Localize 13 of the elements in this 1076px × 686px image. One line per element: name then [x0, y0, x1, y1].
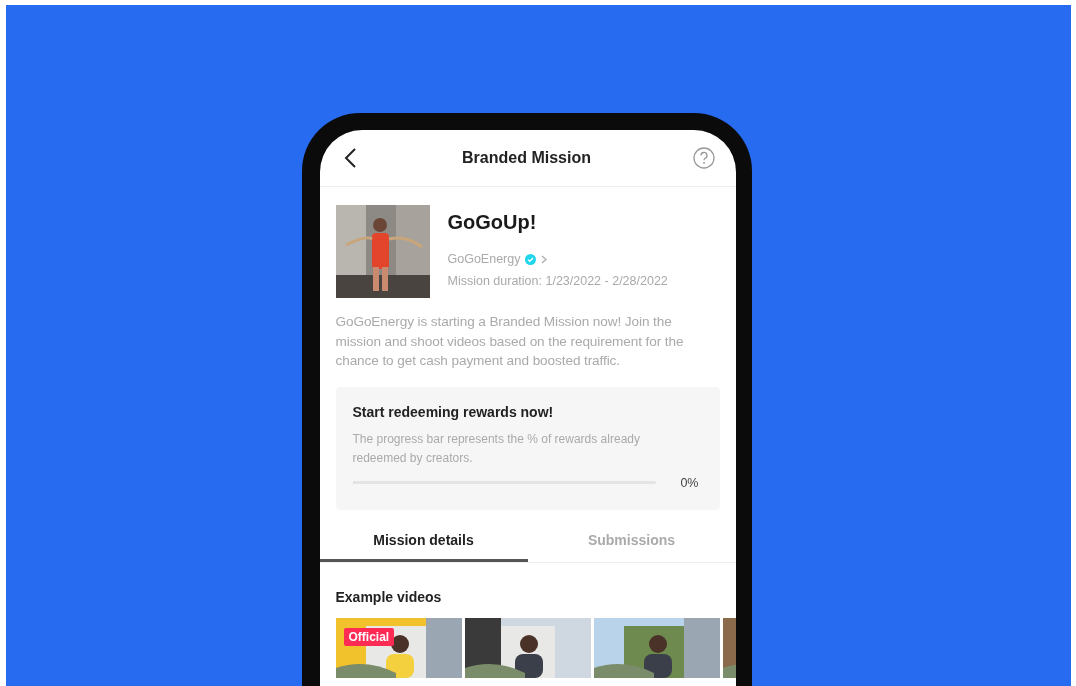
help-icon[interactable]	[691, 146, 716, 170]
brand-name[interactable]: GoGoEnergy	[447, 252, 521, 266]
page-title: Branded Mission	[462, 149, 591, 167]
mission-title: GoGoUp!	[447, 211, 538, 234]
section-title: Example videos	[335, 588, 443, 605]
mission-description: GoGoEnergy is starting a Branded Mission now! Join the mission and shoot videos based on the requirement for the chance to get cash payment and boosted traffic.	[335, 313, 685, 370]
tab[interactable]: Mission details	[319, 521, 528, 562]
chevron-icon	[541, 254, 548, 264]
rewards-title: Start redeeming rewards now!	[352, 403, 555, 420]
tab[interactable]: Submissions	[527, 521, 736, 562]
rewards-note: The progress bar represents the % of rewards already redeemed by creators.	[352, 430, 641, 467]
progress-percent: 0%	[680, 475, 700, 490]
mission-duration: Mission duration: 1/23/2022 - 2/28/2022	[447, 274, 668, 288]
